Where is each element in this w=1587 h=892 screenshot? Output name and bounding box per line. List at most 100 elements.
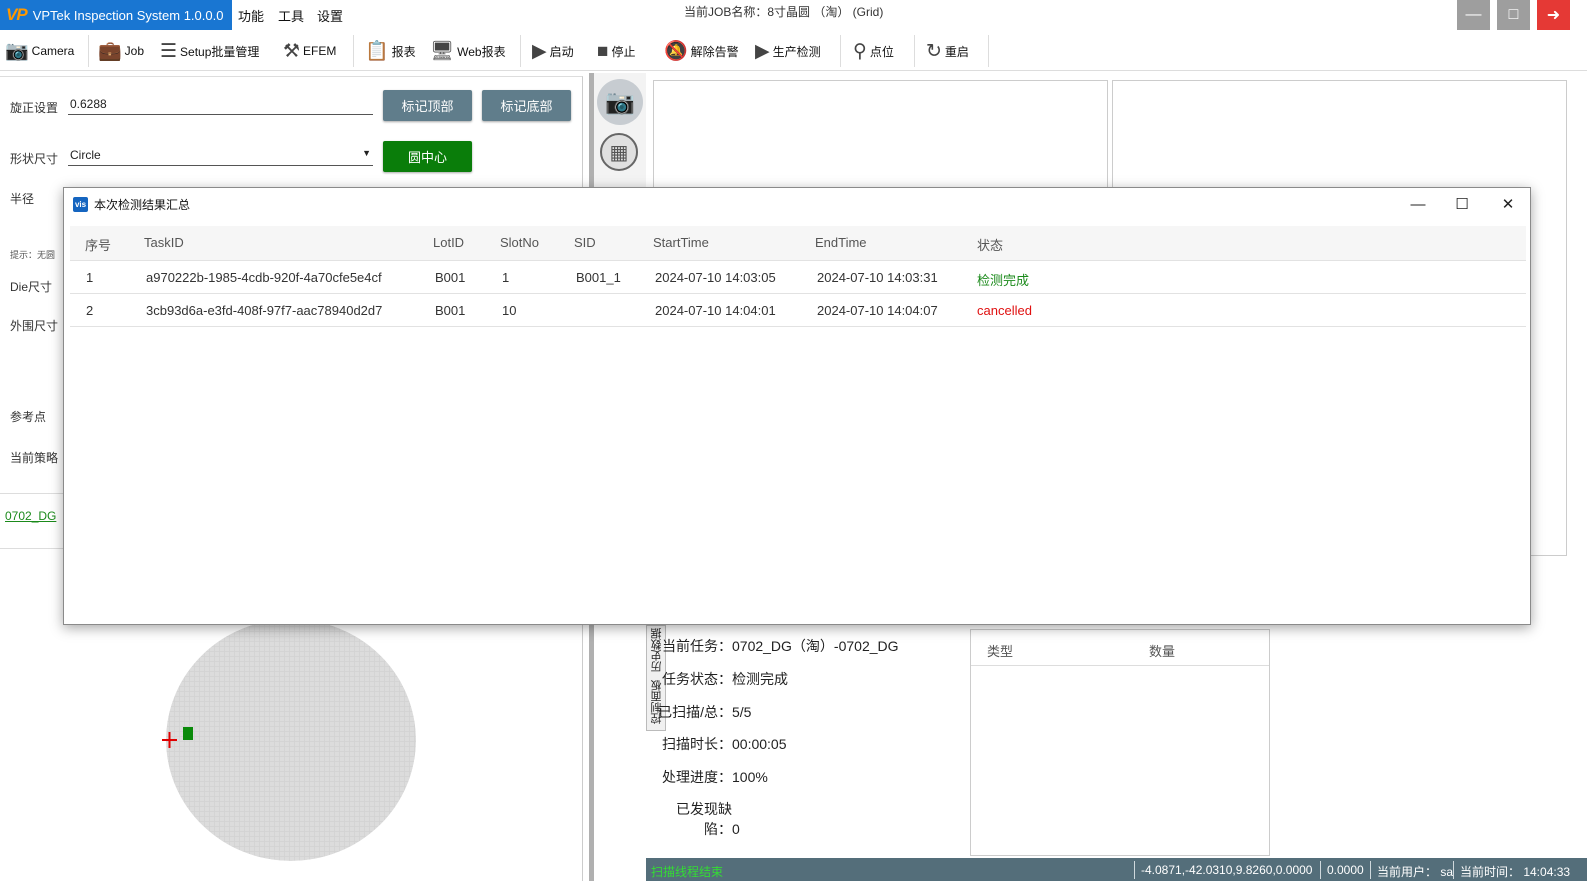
job-link[interactable]: 0702_DG — [5, 509, 56, 523]
image-view-left — [653, 80, 1108, 190]
toolbar-divider — [914, 35, 915, 67]
stop-icon: ■ — [597, 40, 609, 62]
info-defects: 已发现缺陷：0 — [650, 799, 740, 839]
toolbar-label: Web报表 — [457, 44, 506, 59]
menu-settings[interactable]: 设置 — [317, 6, 343, 25]
info-task-state: 任务状态：检测完成 — [650, 669, 788, 689]
toolbar-label: 点位 — [869, 44, 894, 59]
minimize-icon: — — [1410, 195, 1426, 213]
cell-endtime: 2024-07-10 14:03:31 — [817, 270, 938, 285]
status-bar: 扫描线程结束 -4.0871,-42.0310,9.8260,0.0000 0.… — [646, 858, 1587, 881]
toolbar-camera-button[interactable]: 📷 Camera — [5, 37, 74, 65]
column-header-slotno[interactable]: SlotNo — [500, 235, 539, 250]
mark-bottom-button[interactable]: 标记底部 — [482, 90, 571, 121]
minimize-icon: — — [1465, 6, 1482, 23]
cell-taskid: a970222b-1985-4cdb-920f-4a70cfe5e4cf — [146, 270, 382, 285]
toolbar-report-button[interactable]: 📋 报表 — [365, 37, 416, 65]
toolbar-label: Job — [124, 44, 145, 58]
toolbar-job-button[interactable]: 💼 Job — [98, 37, 144, 65]
toolbar-setup-button[interactable]: ☰ Setup批量管理 — [160, 37, 259, 65]
column-header-sid[interactable]: SID — [574, 235, 596, 250]
menu-function[interactable]: 功能 — [238, 6, 264, 25]
info-key: 当前任务： — [662, 638, 732, 654]
toolbar-label: 解除告警 — [690, 44, 739, 59]
info-key: 任务状态： — [662, 671, 732, 687]
column-header-index[interactable]: 序号 — [85, 235, 111, 254]
info-value: 0 — [732, 821, 740, 837]
dialog-close-button[interactable]: ✕ — [1498, 194, 1518, 214]
table-row[interactable]: 1 a970222b-1985-4cdb-920f-4a70cfe5e4cf B… — [70, 261, 1526, 294]
maximize-icon: □ — [1508, 6, 1519, 23]
result-summary-dialog: vis 本次检测结果汇总 — ☐ ✕ 序号 TaskID LotID SlotN… — [63, 187, 1531, 625]
dialog-maximize-button[interactable]: ☐ — [1452, 194, 1472, 214]
shape-select[interactable]: Circle ▼ — [68, 148, 373, 166]
cell-sid: B001_1 — [576, 270, 621, 285]
camera-icon: 📷 — [5, 40, 29, 62]
toolbar-label: EFEM — [303, 44, 337, 58]
toolbar-web-report-button[interactable]: 🖥 Web报表 — [430, 37, 506, 65]
column-header-count: 数量 — [1149, 644, 1176, 659]
table-row[interactable]: 2 3cb93d6a-e3fd-408f-97f7-aac78940d2d7 B… — [70, 294, 1526, 327]
cell-slotno: 1 — [502, 270, 510, 285]
die-size-label: Die尺寸 — [10, 280, 53, 294]
toolbar-label: 重启 — [944, 44, 969, 59]
status-time: 当前时间： 14:04:33 — [1460, 865, 1571, 879]
app-title: VPTek Inspection System 1.0.0.0 — [32, 7, 224, 23]
close-icon: ✕ — [1501, 196, 1515, 213]
info-key: 处理进度： — [662, 769, 732, 785]
camera-view-icon[interactable]: 📷 — [597, 79, 643, 125]
wafer-grid-icon[interactable]: ▦ — [600, 133, 638, 171]
result-table: 序号 TaskID LotID SlotNo SID StartTime End… — [70, 226, 1526, 327]
menu-tools[interactable]: 工具 — [278, 6, 304, 25]
column-header-endtime[interactable]: EndTime — [815, 235, 867, 250]
info-value: 100% — [732, 769, 768, 785]
toolbar-clear-alarm-button[interactable]: 🔕 解除告警 — [664, 37, 739, 65]
column-header-starttime[interactable]: StartTime — [653, 235, 709, 250]
dialog-minimize-button[interactable]: — — [1408, 194, 1428, 214]
mark-top-button[interactable]: 标记顶部 — [383, 90, 472, 121]
cell-starttime: 2024-07-10 14:03:05 — [655, 270, 776, 285]
status-divider — [1453, 861, 1454, 879]
outer-size-label: 外围尺寸 — [10, 319, 59, 333]
column-header-lotid[interactable]: LotID — [433, 235, 464, 250]
toolbar-position-button[interactable]: ⚲ 点位 — [853, 37, 894, 65]
minimize-button[interactable]: — — [1457, 0, 1490, 30]
cell-starttime: 2024-07-10 14:04:01 — [655, 303, 776, 318]
column-header-status[interactable]: 状态 — [977, 235, 1003, 254]
toolbar-efem-button[interactable]: ⚒ EFEM — [283, 37, 336, 65]
info-key: 已扫描/总： — [658, 704, 732, 720]
column-header-taskid[interactable]: TaskID — [144, 235, 184, 250]
shape-label: 形状尺寸 — [10, 152, 59, 166]
toolbar-stop-button[interactable]: ■ 停止 — [597, 37, 636, 65]
toolbar-restart-button[interactable]: ↻ 重启 — [926, 37, 969, 65]
wafer-map[interactable] — [160, 597, 422, 872]
info-key: 扫描时长： — [662, 736, 732, 752]
info-current-task: 当前任务：0702_DG（淘）-0702_DG — [650, 636, 899, 656]
maximize-button[interactable]: □ — [1497, 0, 1530, 30]
chevron-down-icon: ▼ — [362, 148, 371, 158]
dialog-title-bar[interactable]: vis 本次检测结果汇总 — [64, 188, 1530, 220]
cell-lotid: B001 — [435, 303, 466, 318]
location-pin-icon: ⚲ — [853, 40, 867, 62]
toolbar-divider — [520, 35, 521, 67]
cell-status: 检测完成 — [977, 273, 1030, 288]
maximize-icon: ☐ — [1455, 196, 1469, 213]
circle-center-button[interactable]: 圆中心 — [383, 141, 472, 172]
toolbar-start-button[interactable]: ▶ 启动 — [532, 37, 574, 65]
play-icon: ▶ — [755, 40, 770, 62]
hint-text: 提示：无圆 — [10, 250, 56, 260]
robot-arm-icon: ⚒ — [283, 40, 301, 62]
rotate-input[interactable]: 0.6288 — [68, 97, 373, 115]
rotate-label: 旋正设置 — [10, 101, 59, 115]
toolbar-production-button[interactable]: ▶ 生产检测 — [755, 37, 821, 65]
toolbar: 📷 Camera 💼 Job ☰ Setup批量管理 ⚒ EFEM 📋 报表 🖥 Web报表… — [0, 31, 1587, 71]
status-divider — [1134, 861, 1135, 879]
toolbar-label: 停止 — [611, 44, 636, 59]
toolbar-divider — [353, 35, 354, 67]
cell-taskid: 3cb93d6a-e3fd-408f-97f7-aac78940d2d7 — [146, 303, 383, 318]
column-header-type: 类型 — [987, 644, 1014, 659]
status-user: 当前用户： sa — [1377, 865, 1454, 879]
cell-endtime: 2024-07-10 14:04:07 — [817, 303, 938, 318]
exit-button[interactable]: ➜ — [1537, 0, 1570, 30]
status-value: 0.0000 — [1327, 863, 1364, 877]
